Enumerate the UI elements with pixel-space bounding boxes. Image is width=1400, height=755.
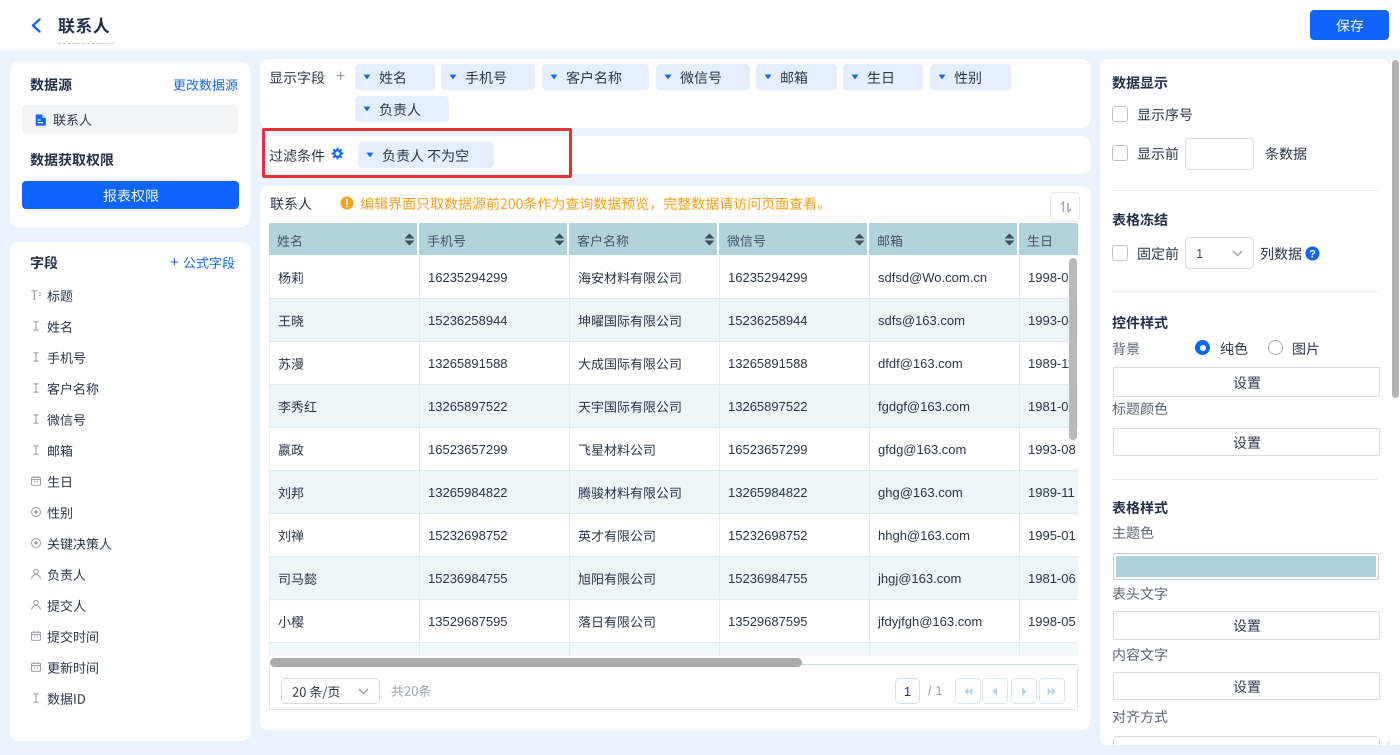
svg-text:?: ? (1309, 248, 1316, 260)
